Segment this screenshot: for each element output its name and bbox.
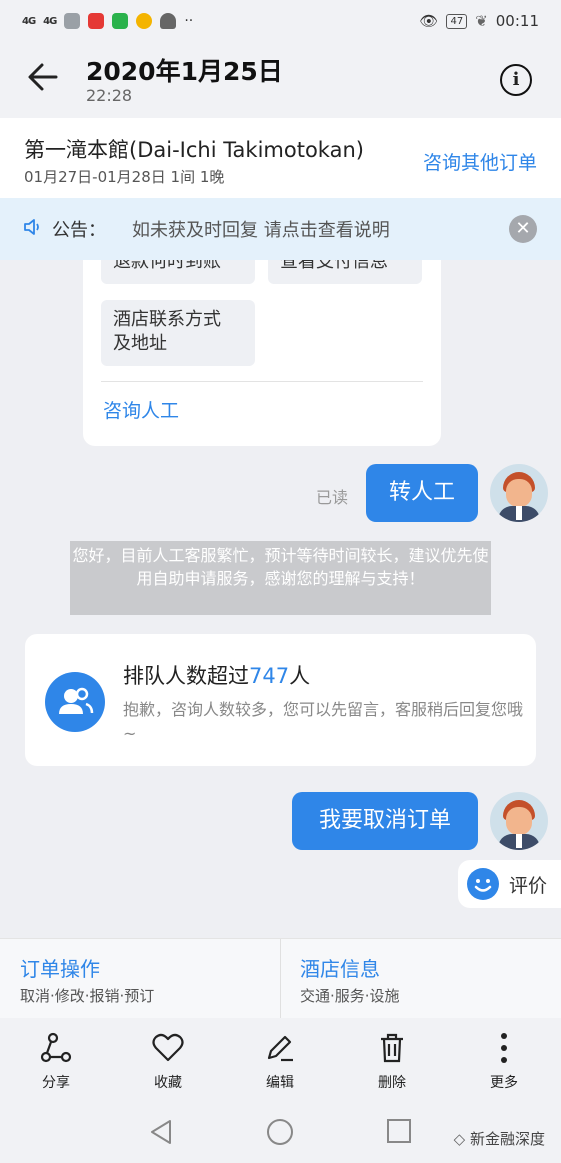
order-operations-subtitle: 取消·修改·报销·预订 — [20, 987, 155, 1005]
share-button[interactable]: 分享 — [20, 1032, 92, 1092]
share-icon — [40, 1032, 72, 1063]
signal-icon: 4G — [22, 15, 36, 27]
avatar-2 — [490, 792, 548, 850]
user-message-bubble: 转人工 — [366, 464, 478, 522]
speaker-icon — [22, 217, 42, 242]
hotel-info-subtitle: 交通·服务·设施 — [300, 987, 400, 1005]
user-message-bubble-2: 我要取消订单 — [292, 792, 478, 850]
hotel-dates: 01月27日-01月28日 1间 1晚 — [24, 168, 225, 186]
back-arrow-icon[interactable] — [26, 60, 66, 100]
queue-status-card: 排队人数超过747人 抱歉，咨询人数较多，您可以先留言，客服稍后回复您哦~ — [25, 634, 536, 766]
more-label: 更多 — [490, 1075, 518, 1091]
queue-description: 抱歉，咨询人数较多，您可以先留言，客服稍后回复您哦~ — [123, 700, 524, 743]
qq-icon — [160, 13, 177, 29]
hotel-name: 第一滝本館(Dai-Ichi Takimotokan) — [24, 138, 364, 162]
order-operations-button[interactable]: 订单操作 取消·修改·报销·预订 — [0, 939, 280, 1019]
browser-icon — [136, 13, 153, 29]
queue-count: 747 — [249, 664, 290, 688]
page-title: 2020年1月25日 — [86, 57, 283, 86]
hotel-info-button[interactable]: 酒店信息 交通·服务·设施 — [280, 939, 560, 1019]
system-nav-bar: ◇ 新金融深度 — [0, 1102, 561, 1163]
action-panel: 订单操作 取消·修改·报销·预订 酒店信息 交通·服务·设施 — [0, 938, 561, 1019]
divider — [101, 381, 423, 382]
rate-label: 评价 — [509, 874, 548, 897]
rate-button[interactable]: 评价 — [458, 860, 561, 908]
other-orders-link[interactable]: 咨询其他订单 — [423, 148, 537, 175]
favorite-label: 收藏 — [154, 1075, 182, 1091]
bottom-toolbar: 分享 收藏 编辑 删除 更多 — [0, 1018, 561, 1102]
heart-icon — [152, 1033, 184, 1062]
edit-label: 编辑 — [266, 1075, 294, 1091]
avatar — [490, 464, 548, 522]
delete-button[interactable]: 删除 — [356, 1032, 428, 1092]
close-icon[interactable]: ✕ — [509, 215, 537, 243]
announcement-label: 公告： — [52, 220, 106, 241]
watermark-text: 新金融深度 — [469, 1130, 545, 1148]
more-notifications: ·· — [184, 13, 194, 29]
announcement-text: 如未获及时回复 请点击查看说明 — [132, 220, 390, 241]
wechat-logo-icon: ◇ — [453, 1130, 466, 1148]
smile-icon — [467, 868, 499, 900]
trash-icon — [381, 1033, 403, 1063]
more-vertical-icon — [501, 1033, 507, 1063]
pen-icon — [267, 1035, 293, 1062]
eye-icon: 👁 — [419, 12, 439, 30]
more-button[interactable]: 更多 — [468, 1032, 540, 1092]
clock: 00:11 — [495, 12, 539, 30]
edit-button[interactable]: 编辑 — [244, 1032, 316, 1092]
info-icon[interactable]: i — [500, 64, 532, 96]
hotel-contact-button[interactable]: 酒店联系方式 及地址 — [101, 300, 255, 366]
status-bar: 4G 4G ·· 👁 47 ❦ 00:11 — [0, 0, 561, 42]
queue-title-prefix: 排队人数超过 — [123, 664, 249, 688]
battery-icon: 47 — [446, 13, 468, 29]
page-subtitle-time: 22:28 — [86, 86, 133, 105]
wechat-icon — [64, 13, 81, 29]
human-agent-link[interactable]: 咨询人工 — [103, 396, 179, 423]
quick-menu-card: 退款何时到账 查看支付信息 酒店联系方式 及地址 咨询人工 — [83, 260, 441, 446]
signal-icon-2: 4G — [43, 15, 57, 27]
favorite-button[interactable]: 收藏 — [132, 1032, 204, 1092]
hotel-info-title: 酒店信息 — [300, 957, 380, 981]
queue-title: 排队人数超过747人 — [123, 660, 310, 690]
app-notification-icon — [88, 13, 105, 29]
chat-area[interactable]: 退款何时到账 查看支付信息 酒店联系方式 及地址 咨询人工 已读 转人工 您好，… — [0, 260, 561, 938]
app-notification-icon-2 — [112, 13, 129, 29]
leaf-icon: ❦ — [475, 12, 488, 30]
queue-title-suffix: 人 — [289, 664, 311, 688]
delete-label: 删除 — [378, 1075, 406, 1091]
system-notice: 您好，目前人工客服繁忙，预计等待时间较长，建议优先使用自助申请服务，感谢您的理解… — [70, 541, 491, 615]
announcement-bar[interactable]: 公告： 如未获及时回复 请点击查看说明 ✕ — [0, 198, 561, 260]
customer-service-icon — [45, 672, 105, 732]
chat-header: 2020年1月25日 22:28 i — [0, 42, 561, 118]
watermark: ◇ 新金融深度 — [454, 1128, 545, 1149]
nav-recent-icon[interactable] — [386, 1118, 412, 1148]
payment-info-button[interactable]: 查看支付信息 — [268, 260, 422, 284]
share-label: 分享 — [42, 1075, 70, 1091]
hotel-order-card: 第一滝本館(Dai-Ichi Takimotokan) 01月27日-01月28… — [0, 118, 561, 198]
refund-time-button[interactable]: 退款何时到账 — [101, 260, 255, 284]
nav-back-icon[interactable] — [148, 1118, 174, 1150]
read-status: 已读 — [316, 488, 349, 507]
order-operations-title: 订单操作 — [20, 957, 100, 981]
nav-home-icon[interactable] — [266, 1118, 294, 1150]
